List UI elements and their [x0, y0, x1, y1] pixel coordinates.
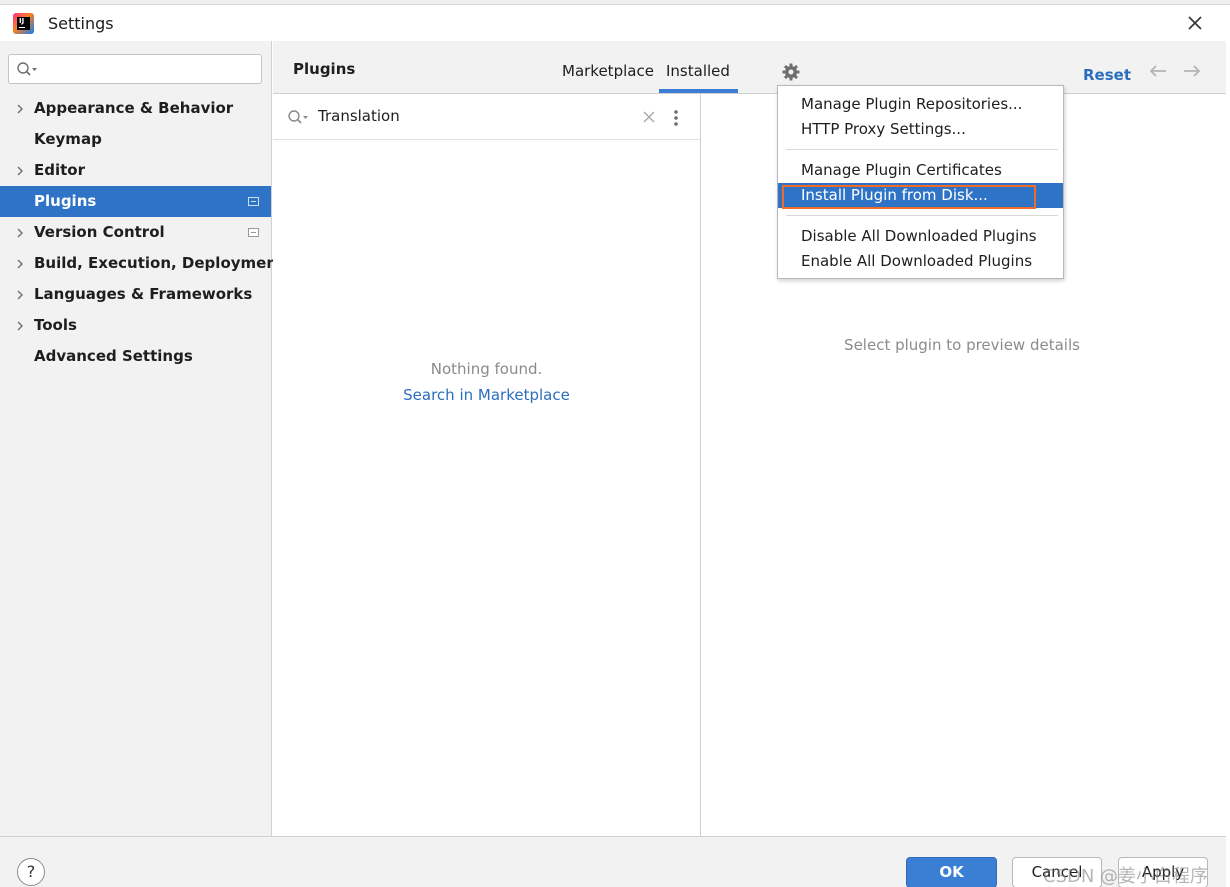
chevron-right-icon[interactable]	[16, 321, 24, 331]
detail-placeholder-text: Select plugin to preview details	[844, 336, 1080, 354]
gear-dropdown-menu: Manage Plugin Repositories... HTTP Proxy…	[777, 85, 1064, 279]
page-title: Plugins	[293, 60, 356, 78]
watermark-text: CSDN @姜小白程序	[1043, 866, 1209, 887]
search-icon	[17, 62, 37, 76]
plugin-search-query[interactable]: Translation	[318, 107, 400, 125]
plugin-search-field[interactable]: Translation	[273, 94, 700, 140]
menu-separator	[786, 215, 1058, 216]
reset-link[interactable]: Reset	[1083, 66, 1131, 84]
settings-sidebar: Appearance & Behavior Keymap Editor Plugins…	[0, 41, 284, 836]
sidebar-item-label: Appearance & Behavior	[34, 99, 234, 117]
chevron-right-icon[interactable]	[16, 228, 24, 238]
menu-item-manage-certificates[interactable]: Manage Plugin Certificates	[778, 158, 1063, 183]
sidebar-item-label: Advanced Settings	[34, 347, 193, 365]
empty-results-message: Nothing found.	[430, 360, 543, 378]
clear-search-icon[interactable]	[642, 110, 656, 124]
sidebar-item-label: Build, Execution, Deployment	[34, 254, 285, 272]
window-title: Settings	[48, 14, 114, 33]
sidebar-item-keymap[interactable]: Keymap	[0, 124, 271, 155]
active-tab-indicator	[659, 89, 738, 93]
sidebar-item-version-control[interactable]: Version Control	[0, 217, 271, 248]
forward-arrow-icon[interactable]	[1182, 63, 1202, 83]
sidebar-item-label: Version Control	[34, 223, 165, 241]
sidebar-item-advanced-settings[interactable]: Advanced Settings	[0, 341, 271, 372]
sidebar-item-editor[interactable]: Editor	[0, 155, 271, 186]
plugins-header: Plugins Marketplace Installed Reset	[273, 41, 1226, 94]
title-bar: IJ Settings	[0, 5, 1226, 41]
project-level-icon	[248, 228, 259, 237]
menu-item-http-proxy[interactable]: HTTP Proxy Settings...	[778, 117, 1063, 142]
sidebar-item-label: Editor	[34, 161, 85, 179]
chevron-right-icon[interactable]	[16, 104, 24, 114]
sidebar-item-build-execution-deployment[interactable]: Build, Execution, Deployment	[0, 248, 284, 279]
project-level-icon	[248, 197, 259, 206]
ok-button[interactable]: OK	[906, 857, 997, 887]
menu-separator	[786, 149, 1058, 150]
chevron-right-icon[interactable]	[16, 166, 24, 176]
chevron-right-icon[interactable]	[16, 259, 24, 269]
gear-icon[interactable]	[781, 62, 801, 82]
sidebar-search-input[interactable]	[8, 54, 262, 84]
tab-installed[interactable]: Installed	[666, 62, 730, 80]
plugin-list-panel: Translation Nothing found. Search in Mar…	[273, 94, 701, 836]
menu-item-disable-downloaded[interactable]: Disable All Downloaded Plugins	[778, 224, 1063, 249]
close-icon[interactable]	[1183, 11, 1207, 35]
settings-tree: Appearance & Behavior Keymap Editor Plugins…	[0, 93, 284, 372]
sidebar-item-label: Keymap	[34, 130, 102, 148]
sidebar-item-appearance-behavior[interactable]: Appearance & Behavior	[0, 93, 271, 124]
help-button[interactable]: ?	[17, 858, 45, 886]
menu-item-manage-repositories[interactable]: Manage Plugin Repositories...	[778, 92, 1063, 117]
search-in-marketplace-link[interactable]: Search in Marketplace	[273, 386, 700, 404]
highlight-annotation-box	[782, 185, 1036, 209]
sidebar-item-tools[interactable]: Tools	[0, 310, 271, 341]
back-arrow-icon[interactable]	[1148, 63, 1168, 83]
sidebar-item-label: Tools	[34, 316, 77, 334]
dialog-button-bar: ? OK Cancel Apply CSDN @姜小白程序	[0, 836, 1226, 887]
more-options-icon[interactable]	[673, 109, 679, 127]
sidebar-item-label: Languages & Frameworks	[34, 285, 253, 303]
search-icon	[288, 110, 308, 124]
sidebar-item-plugins[interactable]: Plugins	[0, 186, 271, 217]
intellij-logo-icon: IJ	[13, 13, 34, 34]
tab-marketplace[interactable]: Marketplace	[562, 62, 654, 80]
menu-item-enable-downloaded[interactable]: Enable All Downloaded Plugins	[778, 249, 1063, 274]
chevron-right-icon[interactable]	[16, 290, 24, 300]
sidebar-item-label: Plugins	[34, 192, 97, 210]
sidebar-item-languages-frameworks[interactable]: Languages & Frameworks	[0, 279, 271, 310]
